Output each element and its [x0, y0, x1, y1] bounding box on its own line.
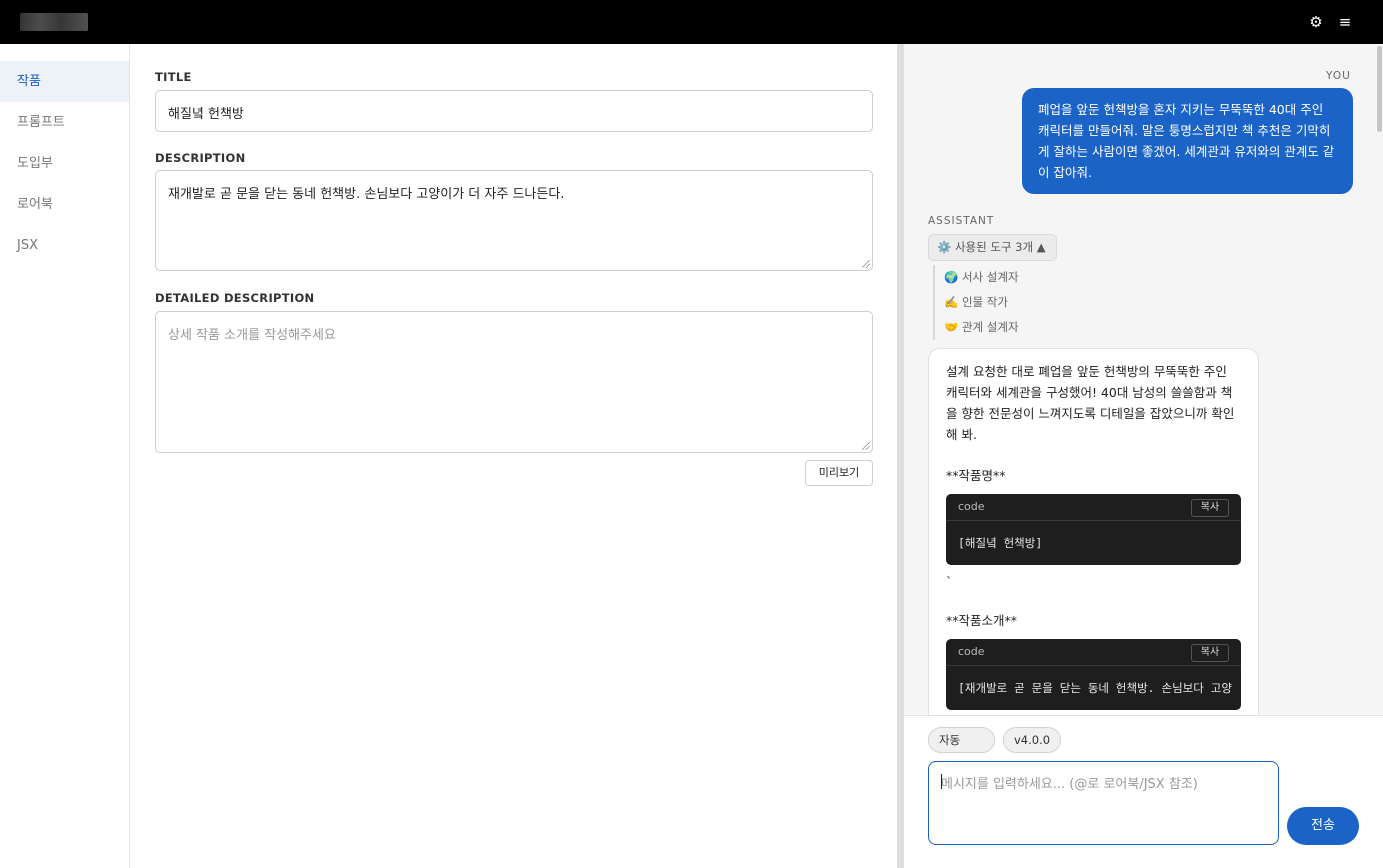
resize-handle-icon[interactable] — [862, 442, 870, 450]
copy-button[interactable]: 복사 — [1191, 499, 1229, 517]
hamburger-menu-icon[interactable]: ≡ — [1335, 12, 1355, 32]
assistant-intro-text: 설계 요청한 대로 폐업을 앞둔 헌책방의 무뚝뚝한 주인 캐릭터와 세계관을 … — [946, 364, 1235, 442]
panel-divider[interactable] — [897, 44, 904, 868]
work-editor: TITLE 해질녘 헌책방 DESCRIPTION 재개발로 곧 문을 닫는 동… — [130, 44, 898, 868]
message-composer: 자동 v4.0.0 메시지를 입력하세요... (@로 로어북/JSX 참조) … — [904, 715, 1383, 868]
description-label: DESCRIPTION — [155, 151, 246, 165]
mode-select[interactable]: 자동 — [928, 727, 995, 753]
text-caret — [941, 774, 942, 789]
sidebar-item-jsx[interactable]: JSX — [0, 225, 129, 266]
message-input[interactable]: 메시지를 입력하세요... (@로 로어북/JSX 참조) — [928, 761, 1279, 845]
detailed-description-textarea[interactable]: 상세 작품 소개를 작성해주세요 — [155, 311, 873, 453]
code-content: [재개발로 곧 문을 닫는 동네 헌책방. 손님보다 고양 — [958, 681, 1232, 695]
version-badge[interactable]: v4.0.0 — [1003, 727, 1062, 753]
user-message: 폐업을 앞둔 헌책방을 혼자 지키는 무뚝뚝한 40대 주인 캐릭터를 만들어줘… — [1022, 88, 1353, 194]
title-label: TITLE — [155, 70, 192, 84]
tools-used-toggle[interactable]: ⚙️ 사용된 도구 3개 ▲ — [928, 234, 1057, 261]
resize-handle-icon[interactable] — [862, 260, 870, 268]
app-logo — [20, 13, 88, 31]
stray-backtick: ` — [946, 574, 953, 589]
code-language-label: code — [958, 645, 985, 658]
tool-list: 🌍 서사 설계자 ✍️ 인물 작가 🤝 관계 설계자 — [933, 265, 1019, 340]
detailed-description-placeholder: 상세 작품 소개를 작성해주세요 — [168, 328, 336, 343]
description-text: 재개발로 곧 문을 닫는 동네 헌책방. 손님보다 고양이가 더 자주 드나든다… — [168, 187, 565, 202]
sidebar-item-lorebook[interactable]: 로어북 — [0, 184, 129, 225]
sidebar-item-prompt[interactable]: 프롬프트 — [0, 102, 129, 143]
detailed-description-label: DETAILED DESCRIPTION — [155, 291, 315, 305]
code-content: [해질녘 헌책방] — [958, 536, 1043, 550]
section-title-work-intro: **작품소개** — [946, 613, 1018, 628]
description-textarea[interactable]: 재개발로 곧 문을 닫는 동네 헌책방. 손님보다 고양이가 더 자주 드나든다… — [155, 170, 873, 271]
chat-panel: YOU 폐업을 앞둔 헌책방을 혼자 지키는 무뚝뚝한 40대 주인 캐릭터를 … — [904, 44, 1383, 715]
sidebar: 작품 프롬프트 도입부 로어북 JSX — [0, 44, 130, 868]
code-language-label: code — [958, 500, 985, 513]
code-block: code 복사 [재개발로 곧 문을 닫는 동네 헌책방. 손님보다 고양 — [946, 639, 1241, 710]
send-button[interactable]: 전송 — [1287, 807, 1359, 845]
tool-item-relationship-designer: 🤝 관계 설계자 — [944, 320, 1019, 334]
code-block-header: code 복사 — [946, 639, 1241, 666]
assistant-message: 설계 요청한 대로 폐업을 앞둔 헌책방의 무뚝뚝한 주인 캐릭터와 세계관을 … — [928, 348, 1259, 715]
assistant-role-label: ASSISTANT — [928, 215, 995, 227]
code-block-header: code 복사 — [946, 494, 1241, 521]
code-block: code 복사 [해질녘 헌책방] — [946, 494, 1241, 565]
sidebar-item-intro[interactable]: 도입부 — [0, 143, 129, 184]
user-role-label: YOU — [1326, 70, 1351, 82]
title-input[interactable]: 해질녘 헌책방 — [155, 90, 873, 132]
preview-button[interactable]: 미리보기 — [805, 460, 873, 486]
copy-button[interactable]: 복사 — [1191, 644, 1229, 662]
tool-item-character-writer: ✍️ 인물 작가 — [944, 295, 1008, 309]
chat-scrollbar[interactable] — [1377, 46, 1382, 132]
tool-item-narrative-designer: 🌍 서사 설계자 — [944, 270, 1019, 284]
sidebar-item-work[interactable]: 작품 — [0, 61, 129, 102]
section-title-work-name: **작품명** — [946, 468, 1006, 483]
top-bar: ⚙ ≡ — [0, 0, 1383, 44]
gear-icon[interactable]: ⚙ — [1306, 12, 1326, 32]
